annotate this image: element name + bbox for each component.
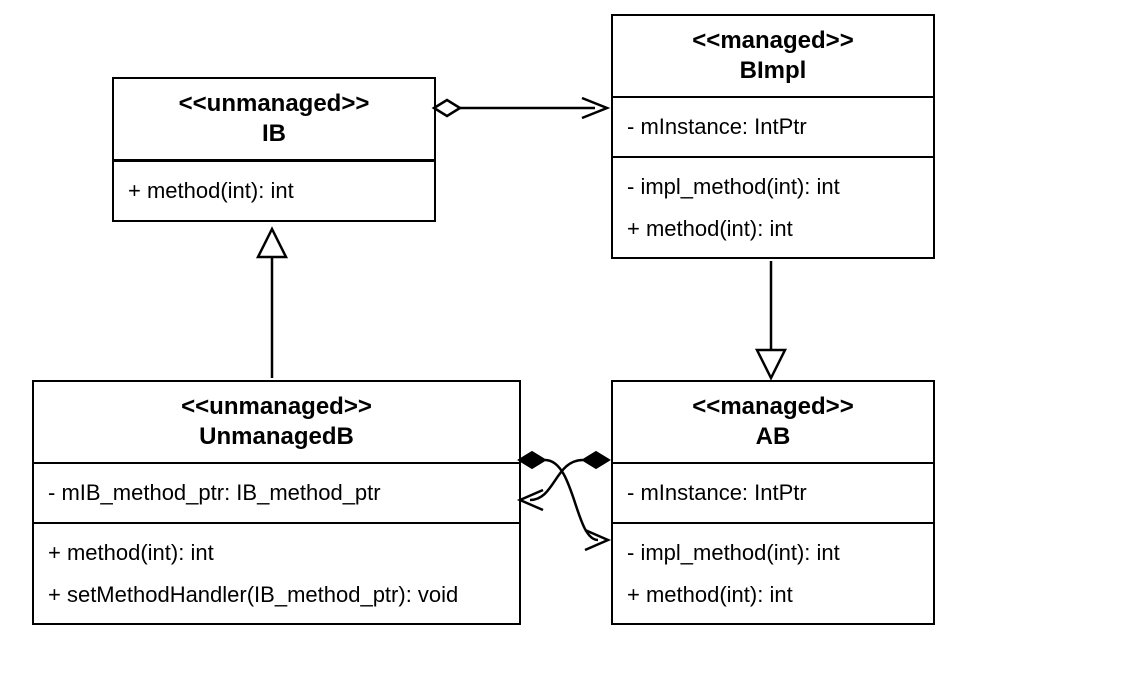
class-unmanagedb-attr-0: - mIB_method_ptr: IB_method_ptr [48,472,505,514]
rel-unmanagedb-ib-generalization [258,229,286,378]
class-bimpl-method-1: + method(int): int [627,208,919,250]
class-ib-name: IB [126,119,422,149]
class-bimpl-header: <<managed>> BImpl [613,16,933,98]
class-ib-methods: + method(int): int [114,162,434,220]
class-unmanagedb-method-0: + method(int): int [48,532,505,574]
class-ab-attrs: - mInstance: IntPtr [613,464,933,524]
rel-bimpl-ab-generalization [757,261,785,378]
uml-diagram: <<unmanaged>> IB + method(int): int <<ma… [0,0,1130,678]
class-bimpl-name: BImpl [625,56,921,86]
class-ab-method-0: - impl_method(int): int [627,532,919,574]
class-bimpl: <<managed>> BImpl - mInstance: IntPtr - … [611,14,935,259]
rel-ib-bimpl-aggregation [434,98,607,118]
class-unmanagedb-methods: + method(int): int + setMethodHandler(IB… [34,524,519,624]
class-ib-stereotype: <<unmanaged>> [126,89,422,119]
class-ab-method-1: + method(int): int [627,574,919,616]
class-ab-attr-0: - mInstance: IntPtr [627,472,919,514]
class-unmanagedb-attrs: - mIB_method_ptr: IB_method_ptr [34,464,519,524]
class-unmanagedb: <<unmanaged>> UnmanagedB - mIB_method_pt… [32,380,521,625]
class-bimpl-method-0: - impl_method(int): int [627,166,919,208]
class-ib: <<unmanaged>> IB + method(int): int [112,77,436,222]
class-ab-stereotype: <<managed>> [625,392,921,422]
class-unmanagedb-stereotype: <<unmanaged>> [46,392,507,422]
class-ab: <<managed>> AB - mInstance: IntPtr - imp… [611,380,935,625]
rel-unmanagedb-ab-composition [519,452,609,550]
class-bimpl-methods: - impl_method(int): int + method(int): i… [613,158,933,258]
class-ab-methods: - impl_method(int): int + method(int): i… [613,524,933,624]
class-unmanagedb-name: UnmanagedB [46,422,507,452]
class-bimpl-attr-0: - mInstance: IntPtr [627,106,919,148]
class-bimpl-stereotype: <<managed>> [625,26,921,56]
class-ib-method-0: + method(int): int [128,170,420,212]
class-bimpl-attrs: - mInstance: IntPtr [613,98,933,158]
class-unmanagedb-method-1: + setMethodHandler(IB_method_ptr): void [48,574,505,616]
class-unmanagedb-header: <<unmanaged>> UnmanagedB [34,382,519,464]
class-ab-name: AB [625,422,921,452]
class-ab-header: <<managed>> AB [613,382,933,464]
class-ib-header: <<unmanaged>> IB [114,79,434,161]
